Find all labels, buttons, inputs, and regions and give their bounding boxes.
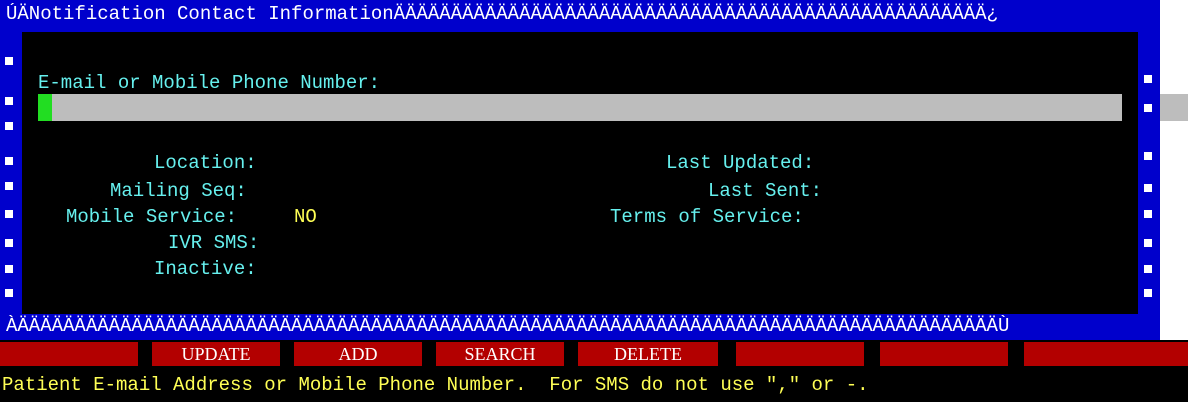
left-border: [0, 32, 22, 314]
border-mark: [5, 182, 13, 190]
window-title-bar: ÚÄNotification Contact InformationÄÄÄÄÄÄ…: [0, 0, 1160, 32]
mobile-service-value[interactable]: NO: [294, 206, 317, 228]
border-mark: [1144, 104, 1152, 112]
border-mark: [1144, 75, 1152, 83]
border-mark: [5, 122, 13, 130]
border-mark: [5, 57, 13, 65]
location-label: Location:: [154, 152, 257, 174]
border-mark: [5, 157, 13, 165]
search-button[interactable]: SEARCH: [436, 342, 564, 366]
function-key-8[interactable]: [1024, 342, 1188, 366]
contact-label: E-mail or Mobile Phone Number:: [38, 72, 381, 94]
last-sent-label: Last Sent:: [708, 180, 823, 202]
update-button[interactable]: UPDATE: [152, 342, 280, 366]
window-bottom-border: ÀÄÄÄÄÄÄÄÄÄÄÄÄÄÄÄÄÄÄÄÄÄÄÄÄÄÄÄÄÄÄÄÄÄÄÄÄÄÄÄ…: [0, 314, 1160, 340]
border-mark: [1144, 265, 1152, 273]
inactive-label: Inactive:: [154, 258, 257, 280]
terminal-screen: ÚÄNotification Contact InformationÄÄÄÄÄÄ…: [0, 0, 1188, 402]
right-border: [1138, 32, 1160, 314]
bottom-border-text: ÀÄÄÄÄÄÄÄÄÄÄÄÄÄÄÄÄÄÄÄÄÄÄÄÄÄÄÄÄÄÄÄÄÄÄÄÄÄÄÄ…: [6, 315, 1010, 337]
border-mark: [5, 239, 13, 247]
border-mark: [5, 289, 13, 297]
input-overflow-strip: [1160, 94, 1188, 121]
border-mark: [5, 97, 13, 105]
border-mark: [1144, 239, 1152, 247]
function-key-6[interactable]: [736, 342, 864, 366]
function-key-1[interactable]: [0, 342, 138, 366]
function-key-7[interactable]: [880, 342, 1008, 366]
terms-of-service-label: Terms of Service:: [610, 206, 804, 228]
border-mark: [1144, 152, 1152, 160]
ivr-sms-label: IVR SMS:: [168, 232, 260, 254]
last-updated-label: Last Updated:: [666, 152, 815, 174]
border-mark: [5, 265, 13, 273]
border-mark: [1144, 289, 1152, 297]
border-mark: [1144, 184, 1152, 192]
mailing-seq-label: Mailing Seq:: [110, 180, 247, 202]
status-message: Patient E-mail Address or Mobile Phone N…: [2, 374, 869, 396]
text-cursor: [38, 94, 52, 121]
border-mark: [5, 210, 13, 218]
delete-button[interactable]: DELETE: [578, 342, 718, 366]
add-button[interactable]: ADD: [294, 342, 422, 366]
status-line: Patient E-mail Address or Mobile Phone N…: [0, 368, 1188, 402]
function-key-bar: UPDATE ADD SEARCH DELETE: [0, 340, 1188, 368]
mobile-service-label: Mobile Service:: [66, 206, 238, 228]
border-mark: [1144, 210, 1152, 218]
contact-input[interactable]: [38, 94, 1122, 121]
window-title: ÚÄNotification Contact InformationÄÄÄÄÄÄ…: [6, 3, 998, 25]
